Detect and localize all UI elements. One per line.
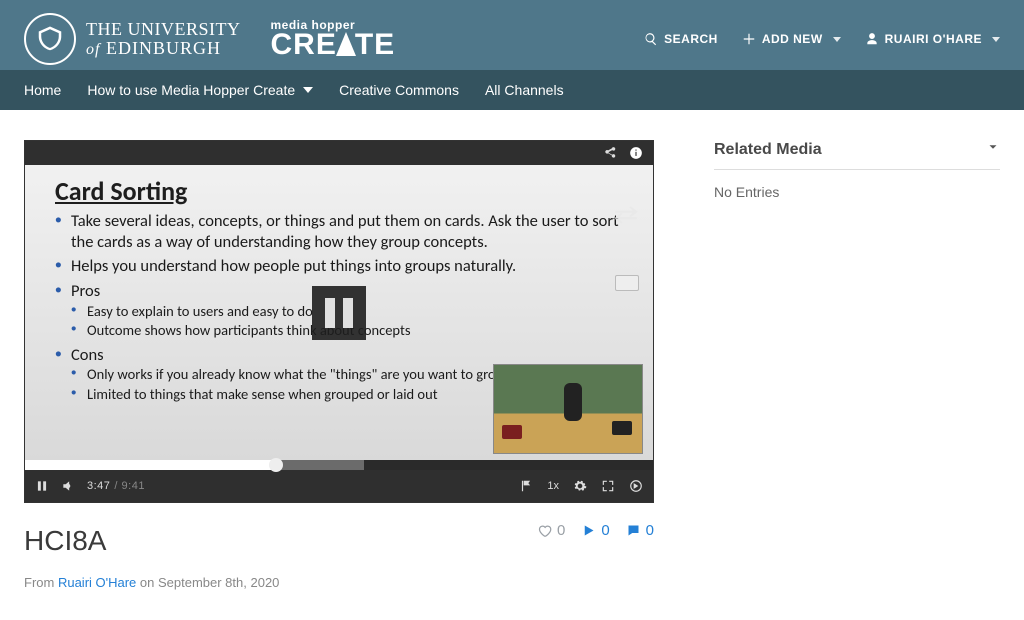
info-icon[interactable] bbox=[629, 146, 643, 160]
secondary-video-thumbnail[interactable] bbox=[493, 364, 643, 454]
like-count[interactable]: 0 bbox=[537, 522, 565, 539]
comment-count[interactable]: 0 bbox=[626, 522, 654, 539]
slide-bullet: Take several ideas, concepts, or things … bbox=[55, 211, 623, 252]
topbar: THE UNIVERSITY of EDINBURGH media hopper… bbox=[0, 0, 1024, 110]
university-crest-icon bbox=[24, 13, 76, 65]
university-name: THE UNIVERSITY of EDINBURGH bbox=[86, 20, 240, 59]
nav-all-channels[interactable]: All Channels bbox=[485, 82, 564, 98]
related-media-empty: No Entries bbox=[714, 170, 1000, 200]
chevron-down-icon bbox=[986, 140, 1000, 159]
nav-howto[interactable]: How to use Media Hopper Create bbox=[87, 82, 313, 98]
upload-date: September 8th, 2020 bbox=[158, 575, 279, 590]
video-meta: From Ruairi O'Hare on September 8th, 202… bbox=[24, 575, 654, 590]
nav-creative-commons[interactable]: Creative Commons bbox=[339, 82, 459, 98]
pause-button[interactable] bbox=[35, 479, 49, 493]
chevron-down-icon bbox=[992, 37, 1000, 42]
create-logo: media hopper CRETE bbox=[270, 20, 395, 58]
pip-toggle-icon[interactable] bbox=[615, 275, 639, 291]
share-icon[interactable] bbox=[603, 146, 617, 160]
kaltura-logo-icon[interactable] bbox=[629, 479, 643, 493]
search-icon bbox=[644, 32, 658, 46]
heart-icon bbox=[537, 523, 552, 538]
related-media-toggle[interactable]: Related Media bbox=[714, 140, 1000, 170]
video-title: HCI8A bbox=[24, 525, 106, 557]
volume-icon[interactable] bbox=[61, 479, 75, 493]
add-new-menu[interactable]: ADD NEW bbox=[742, 32, 841, 46]
player-top-toolbar bbox=[25, 141, 653, 165]
playback-speed[interactable]: 1x bbox=[547, 480, 559, 492]
progress-thumb[interactable] bbox=[269, 458, 283, 472]
user-icon bbox=[865, 32, 879, 46]
brand-block[interactable]: THE UNIVERSITY of EDINBURGH media hopper… bbox=[24, 13, 395, 65]
time-display: 3:47/ 9:41 bbox=[87, 480, 145, 492]
fullscreen-icon[interactable] bbox=[601, 479, 615, 493]
user-menu[interactable]: RUAIRI O'HARE bbox=[865, 32, 1000, 46]
progress-bar[interactable] bbox=[25, 460, 653, 470]
player-controls: 3:47/ 9:41 1x bbox=[25, 470, 653, 502]
play-icon bbox=[581, 523, 596, 538]
flag-icon[interactable] bbox=[519, 479, 533, 493]
chevron-down-icon bbox=[833, 37, 841, 42]
slide-bullet: Helps you understand how people put thin… bbox=[55, 256, 623, 277]
search-button[interactable]: SEARCH bbox=[644, 32, 718, 46]
chevron-down-icon bbox=[303, 87, 313, 93]
plus-icon bbox=[742, 32, 756, 46]
slide-content: Card Sorting Take several ideas, concept… bbox=[25, 165, 653, 460]
sidebar: Related Media No Entries bbox=[714, 140, 1000, 200]
video-player[interactable]: Card Sorting Take several ideas, concept… bbox=[24, 140, 654, 503]
pause-overlay-icon[interactable] bbox=[312, 286, 366, 340]
play-count[interactable]: 0 bbox=[581, 522, 609, 539]
main-nav: Home How to use Media Hopper Create Crea… bbox=[0, 70, 1024, 110]
settings-icon[interactable] bbox=[573, 479, 587, 493]
slide-title: Card Sorting bbox=[55, 175, 623, 207]
triangle-icon bbox=[336, 32, 356, 56]
swap-streams-icon[interactable] bbox=[613, 205, 639, 230]
author-link[interactable]: Ruairi O'Hare bbox=[58, 575, 136, 590]
comment-icon bbox=[626, 523, 641, 538]
video-stats: 0 0 0 bbox=[537, 522, 654, 539]
nav-home[interactable]: Home bbox=[24, 82, 61, 98]
